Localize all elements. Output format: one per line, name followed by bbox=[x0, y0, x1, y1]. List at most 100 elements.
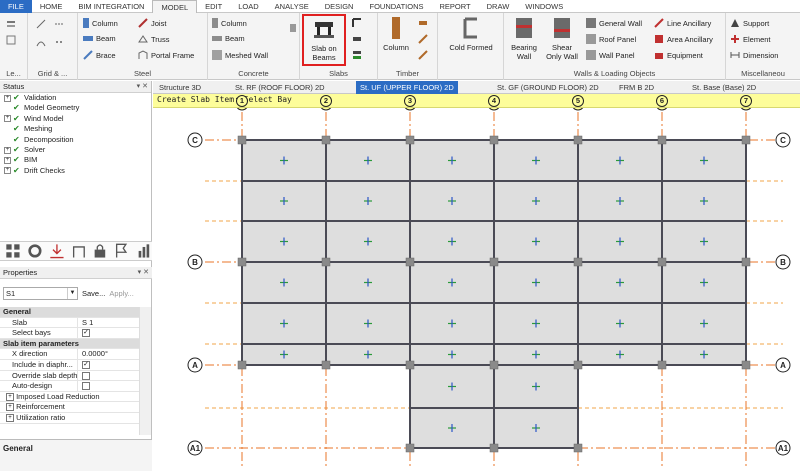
steel-truss-button[interactable]: Truss bbox=[138, 34, 169, 44]
line-ancillary-button[interactable]: Line Ancillary bbox=[654, 18, 711, 28]
tab-upper-floor-2d[interactable]: St. UF (UPPER FLOOR) 2D bbox=[356, 81, 458, 94]
menu-bim-integration[interactable]: BIM INTEGRATION bbox=[70, 0, 152, 13]
concrete-column-button[interactable]: Column bbox=[212, 18, 247, 28]
equipment-button[interactable]: Equipment bbox=[654, 50, 703, 60]
dimension-button[interactable]: Dimension bbox=[730, 50, 778, 60]
slab-layer-icon[interactable] bbox=[352, 34, 362, 44]
column-node[interactable] bbox=[489, 443, 499, 453]
steel-joist-button[interactable]: Joist bbox=[138, 18, 166, 28]
expand-icon[interactable]: + bbox=[6, 403, 14, 412]
include-diaphragm-checkbox[interactable]: ✓ bbox=[82, 360, 90, 369]
grid-column-label[interactable]: 4 bbox=[488, 95, 500, 107]
property-row-utilization[interactable]: + Utilization ratio bbox=[0, 413, 139, 424]
column-node[interactable] bbox=[405, 360, 415, 370]
tab-base-2d[interactable]: St. Base (Base) 2D bbox=[688, 81, 760, 94]
panel-pin-close-icon[interactable]: ▾ ✕ bbox=[137, 81, 148, 93]
property-row-slab[interactable]: Slab S 1 bbox=[0, 317, 139, 329]
bearing-wall-button[interactable]: Bearing Wall bbox=[508, 15, 540, 61]
lock-icon[interactable] bbox=[92, 243, 108, 259]
steel-beam-button[interactable]: Beam bbox=[83, 34, 116, 43]
grid-arc-icon[interactable] bbox=[36, 37, 46, 47]
menu-report[interactable]: REPORT bbox=[432, 0, 479, 13]
column-node[interactable] bbox=[237, 135, 247, 145]
grid-column-label[interactable]: 7 bbox=[740, 95, 752, 107]
column-node[interactable] bbox=[321, 135, 331, 145]
expand-icon[interactable]: + bbox=[4, 167, 11, 175]
column-node[interactable] bbox=[237, 257, 247, 267]
property-row-imposed-load[interactable]: + Imposed Load Reduction bbox=[0, 392, 139, 403]
steel-portal-frame-button[interactable]: Portal Frame bbox=[138, 50, 194, 60]
tab-ground-floor-2d[interactable]: St. GF (GROUND FLOOR) 2D bbox=[493, 81, 603, 94]
column-node[interactable] bbox=[657, 135, 667, 145]
general-wall-button[interactable]: General Wall bbox=[586, 18, 642, 28]
menu-foundations[interactable]: FOUNDATIONS bbox=[361, 0, 431, 13]
property-row-override-depth[interactable]: Override slab depth bbox=[0, 370, 139, 382]
cold-formed-button[interactable]: Cold Formed bbox=[442, 15, 500, 52]
slab-item-select[interactable]: S1 ▼ bbox=[3, 286, 78, 300]
column-node[interactable] bbox=[405, 135, 415, 145]
grid-dash-icon[interactable] bbox=[54, 19, 64, 29]
area-ancillary-button[interactable]: Area Ancillary bbox=[654, 34, 713, 44]
menu-file[interactable]: FILE bbox=[0, 0, 32, 13]
menu-draw[interactable]: DRAW bbox=[479, 0, 518, 13]
status-item[interactable]: + ✔ Solver bbox=[0, 145, 151, 155]
expand-icon[interactable]: + bbox=[4, 146, 11, 154]
element-button[interactable]: Element bbox=[730, 34, 771, 44]
expand-icon[interactable]: + bbox=[6, 392, 14, 401]
column-node[interactable] bbox=[321, 360, 331, 370]
status-item[interactable]: + ✔ Validation bbox=[0, 93, 151, 103]
menu-home[interactable]: HOME bbox=[32, 0, 71, 13]
status-item[interactable]: + ✔ Wind Model bbox=[0, 114, 151, 124]
column-node[interactable] bbox=[657, 360, 667, 370]
expand-icon[interactable]: + bbox=[6, 413, 14, 422]
column-node[interactable] bbox=[321, 257, 331, 267]
menu-load[interactable]: LOAD bbox=[230, 0, 266, 13]
status-item[interactable]: ✔ Model Geometry bbox=[0, 103, 151, 113]
property-row-x-direction[interactable]: X direction 0.0000° bbox=[0, 349, 139, 360]
grid-column-label[interactable]: 6 bbox=[656, 95, 668, 107]
timber-column-button[interactable]: Column bbox=[382, 15, 410, 52]
auto-design-checkbox[interactable] bbox=[82, 382, 90, 391]
apply-button[interactable]: Apply... bbox=[109, 289, 133, 298]
column-node[interactable] bbox=[573, 135, 583, 145]
chart-icon[interactable] bbox=[136, 243, 152, 259]
roof-panel-button[interactable]: Roof Panel bbox=[586, 34, 636, 44]
column-node[interactable] bbox=[489, 257, 499, 267]
column-node[interactable] bbox=[741, 360, 751, 370]
save-button[interactable]: Save... bbox=[82, 289, 105, 298]
override-depth-checkbox[interactable] bbox=[82, 371, 90, 380]
column-node[interactable] bbox=[489, 135, 499, 145]
concrete-meshed-wall-button[interactable]: Meshed Wall bbox=[212, 50, 268, 60]
gear-icon[interactable] bbox=[27, 243, 43, 259]
tab-frm-b-2d[interactable]: FRM B 2D bbox=[615, 81, 658, 94]
column-node[interactable] bbox=[741, 135, 751, 145]
column-node[interactable] bbox=[237, 360, 247, 370]
grid-dots-icon[interactable] bbox=[54, 37, 64, 47]
menu-edit[interactable]: EDIT bbox=[197, 0, 230, 13]
column-node[interactable] bbox=[741, 257, 751, 267]
steel-brace-button[interactable]: Brace bbox=[83, 50, 116, 60]
column-node[interactable] bbox=[405, 257, 415, 267]
property-scrollbar[interactable] bbox=[139, 307, 151, 435]
property-row-reinforcement[interactable]: + Reinforcement bbox=[0, 402, 139, 413]
column-node[interactable] bbox=[573, 257, 583, 267]
grid-column-label[interactable]: 2 bbox=[320, 95, 332, 107]
column-node[interactable] bbox=[405, 443, 415, 453]
property-row-include-diaphragm[interactable]: Include in diaphr... ✓ bbox=[0, 359, 139, 371]
level-icon[interactable] bbox=[6, 19, 16, 29]
structure-icon[interactable] bbox=[71, 243, 87, 259]
menu-windows[interactable]: WINDOWS bbox=[517, 0, 571, 13]
load-icon[interactable] bbox=[49, 243, 65, 259]
slab-layers-icon[interactable] bbox=[352, 50, 362, 60]
expand-icon[interactable]: + bbox=[4, 115, 11, 123]
concrete-beam-button[interactable]: Beam bbox=[212, 34, 245, 43]
flag-icon[interactable] bbox=[114, 243, 130, 259]
select-bays-checkbox[interactable]: ✓ bbox=[82, 329, 90, 338]
plan-view-canvas[interactable]: C C B B A A A1 A1 bbox=[153, 108, 800, 471]
support-button[interactable]: Support bbox=[730, 18, 769, 28]
tab-structure-3d[interactable]: Structure 3D bbox=[155, 81, 205, 94]
slab-option-icon[interactable] bbox=[352, 18, 362, 28]
menu-analyse[interactable]: ANALYSE bbox=[267, 0, 317, 13]
grid-column-label[interactable]: 3 bbox=[404, 95, 416, 107]
property-row-select-bays[interactable]: Select bays ✓ bbox=[0, 328, 139, 339]
